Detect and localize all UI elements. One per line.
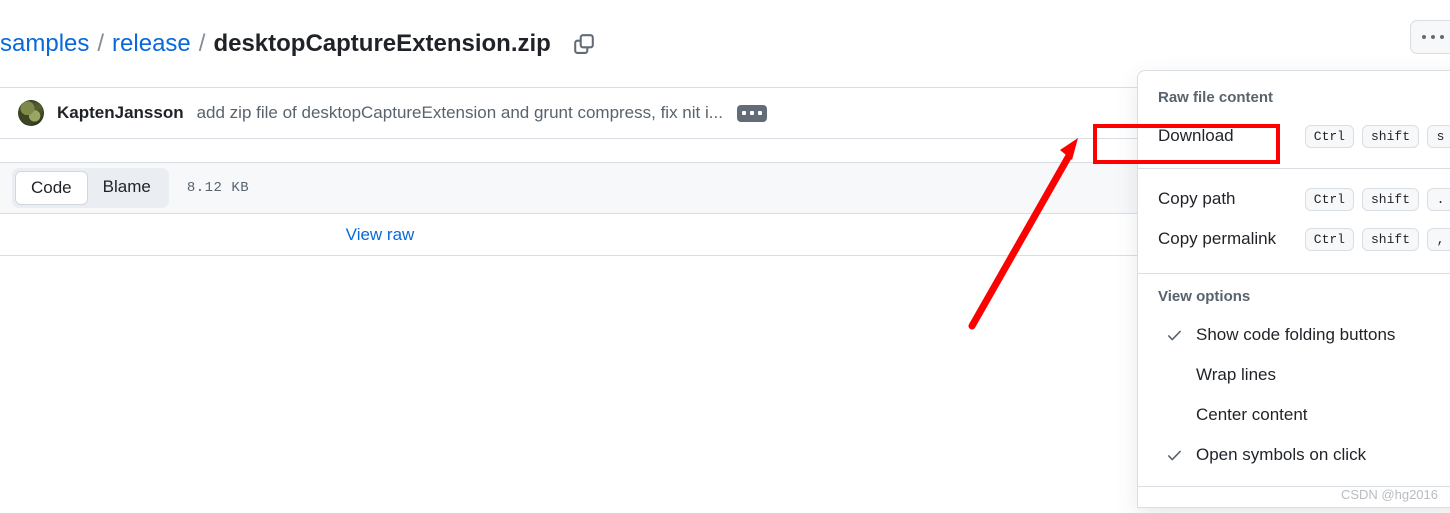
menu-item-copy-path[interactable]: Copy path Ctrl shift .	[1138, 179, 1450, 219]
shortcut-keys: Ctrl shift s	[1304, 124, 1450, 148]
key-char: ,	[1427, 227, 1450, 251]
kebab-dot	[1440, 35, 1444, 39]
menu-item-label: Open symbols on click	[1196, 445, 1367, 464]
menu-item-open-symbols-on-click[interactable]: Open symbols on click	[1138, 435, 1450, 475]
view-raw-link[interactable]: View raw	[346, 225, 415, 245]
menu-group-title-view-options: View options	[1158, 288, 1251, 305]
kebab-dot	[1422, 35, 1426, 39]
check-icon	[1166, 447, 1196, 464]
file-size-label: 8.12 KB	[186, 180, 250, 196]
ellipsis-dot	[741, 111, 746, 115]
key-shift: shift	[1361, 187, 1419, 211]
commit-author[interactable]: KaptenJansson	[57, 103, 184, 123]
tab-blame[interactable]: Blame	[88, 171, 166, 205]
menu-divider	[1138, 168, 1450, 169]
breadcrumb-separator: /	[97, 30, 105, 57]
breadcrumb-item-release[interactable]: release	[112, 30, 191, 58]
breadcrumb: samples / release / desktopCaptureExtens…	[0, 22, 599, 66]
menu-item-label: Copy permalink	[1158, 229, 1277, 248]
menu-item-wrap-lines[interactable]: Wrap lines	[1138, 355, 1450, 395]
key-char: .	[1427, 187, 1450, 211]
check-icon	[1166, 327, 1196, 344]
key-ctrl: Ctrl	[1304, 227, 1354, 251]
shortcut-keys: Ctrl shift .	[1304, 187, 1450, 211]
menu-item-show-code-folding-buttons[interactable]: Show code folding buttons	[1138, 315, 1450, 355]
menu-item-label: Download	[1158, 126, 1234, 145]
watermark: CSDN @hg2016	[1340, 487, 1438, 502]
key-char: s	[1427, 124, 1450, 148]
ellipsis-icon[interactable]	[736, 104, 767, 122]
file-actions-menu: Raw file content Download Ctrl shift s C…	[1137, 70, 1450, 508]
tab-code[interactable]: Code	[15, 171, 88, 205]
shortcut-keys: Ctrl shift ,	[1304, 227, 1450, 251]
code-blame-switch: Code Blame	[12, 168, 169, 208]
menu-item-label: Center content	[1196, 405, 1308, 424]
breadcrumb-separator: /	[198, 30, 206, 57]
key-shift: shift	[1361, 227, 1419, 251]
menu-item-download[interactable]: Download Ctrl shift s	[1138, 116, 1450, 156]
key-shift: shift	[1361, 124, 1419, 148]
avatar[interactable]	[18, 100, 44, 126]
ellipsis-dot	[757, 111, 762, 115]
menu-item-copy-permalink[interactable]: Copy permalink Ctrl shift ,	[1138, 219, 1450, 259]
menu-group-title-raw-file-content: Raw file content	[1158, 89, 1274, 106]
menu-item-label: Copy path	[1158, 189, 1236, 208]
commit-message[interactable]: add zip file of desktopCaptureExtension …	[197, 103, 723, 123]
menu-item-label: Show code folding buttons	[1196, 325, 1396, 344]
copy-icon[interactable]	[569, 29, 599, 59]
menu-item-label: Wrap lines	[1196, 365, 1276, 384]
key-ctrl: Ctrl	[1304, 124, 1354, 148]
breadcrumb-item-samples[interactable]: samples	[0, 30, 89, 58]
kebab-horizontal-icon[interactable]	[1410, 20, 1450, 54]
menu-item-center-content[interactable]: Center content	[1138, 395, 1450, 435]
key-ctrl: Ctrl	[1304, 187, 1354, 211]
breadcrumb-item-filename: desktopCaptureExtension.zip	[213, 30, 551, 57]
ellipsis-dot	[749, 111, 754, 115]
kebab-dot	[1431, 35, 1435, 39]
